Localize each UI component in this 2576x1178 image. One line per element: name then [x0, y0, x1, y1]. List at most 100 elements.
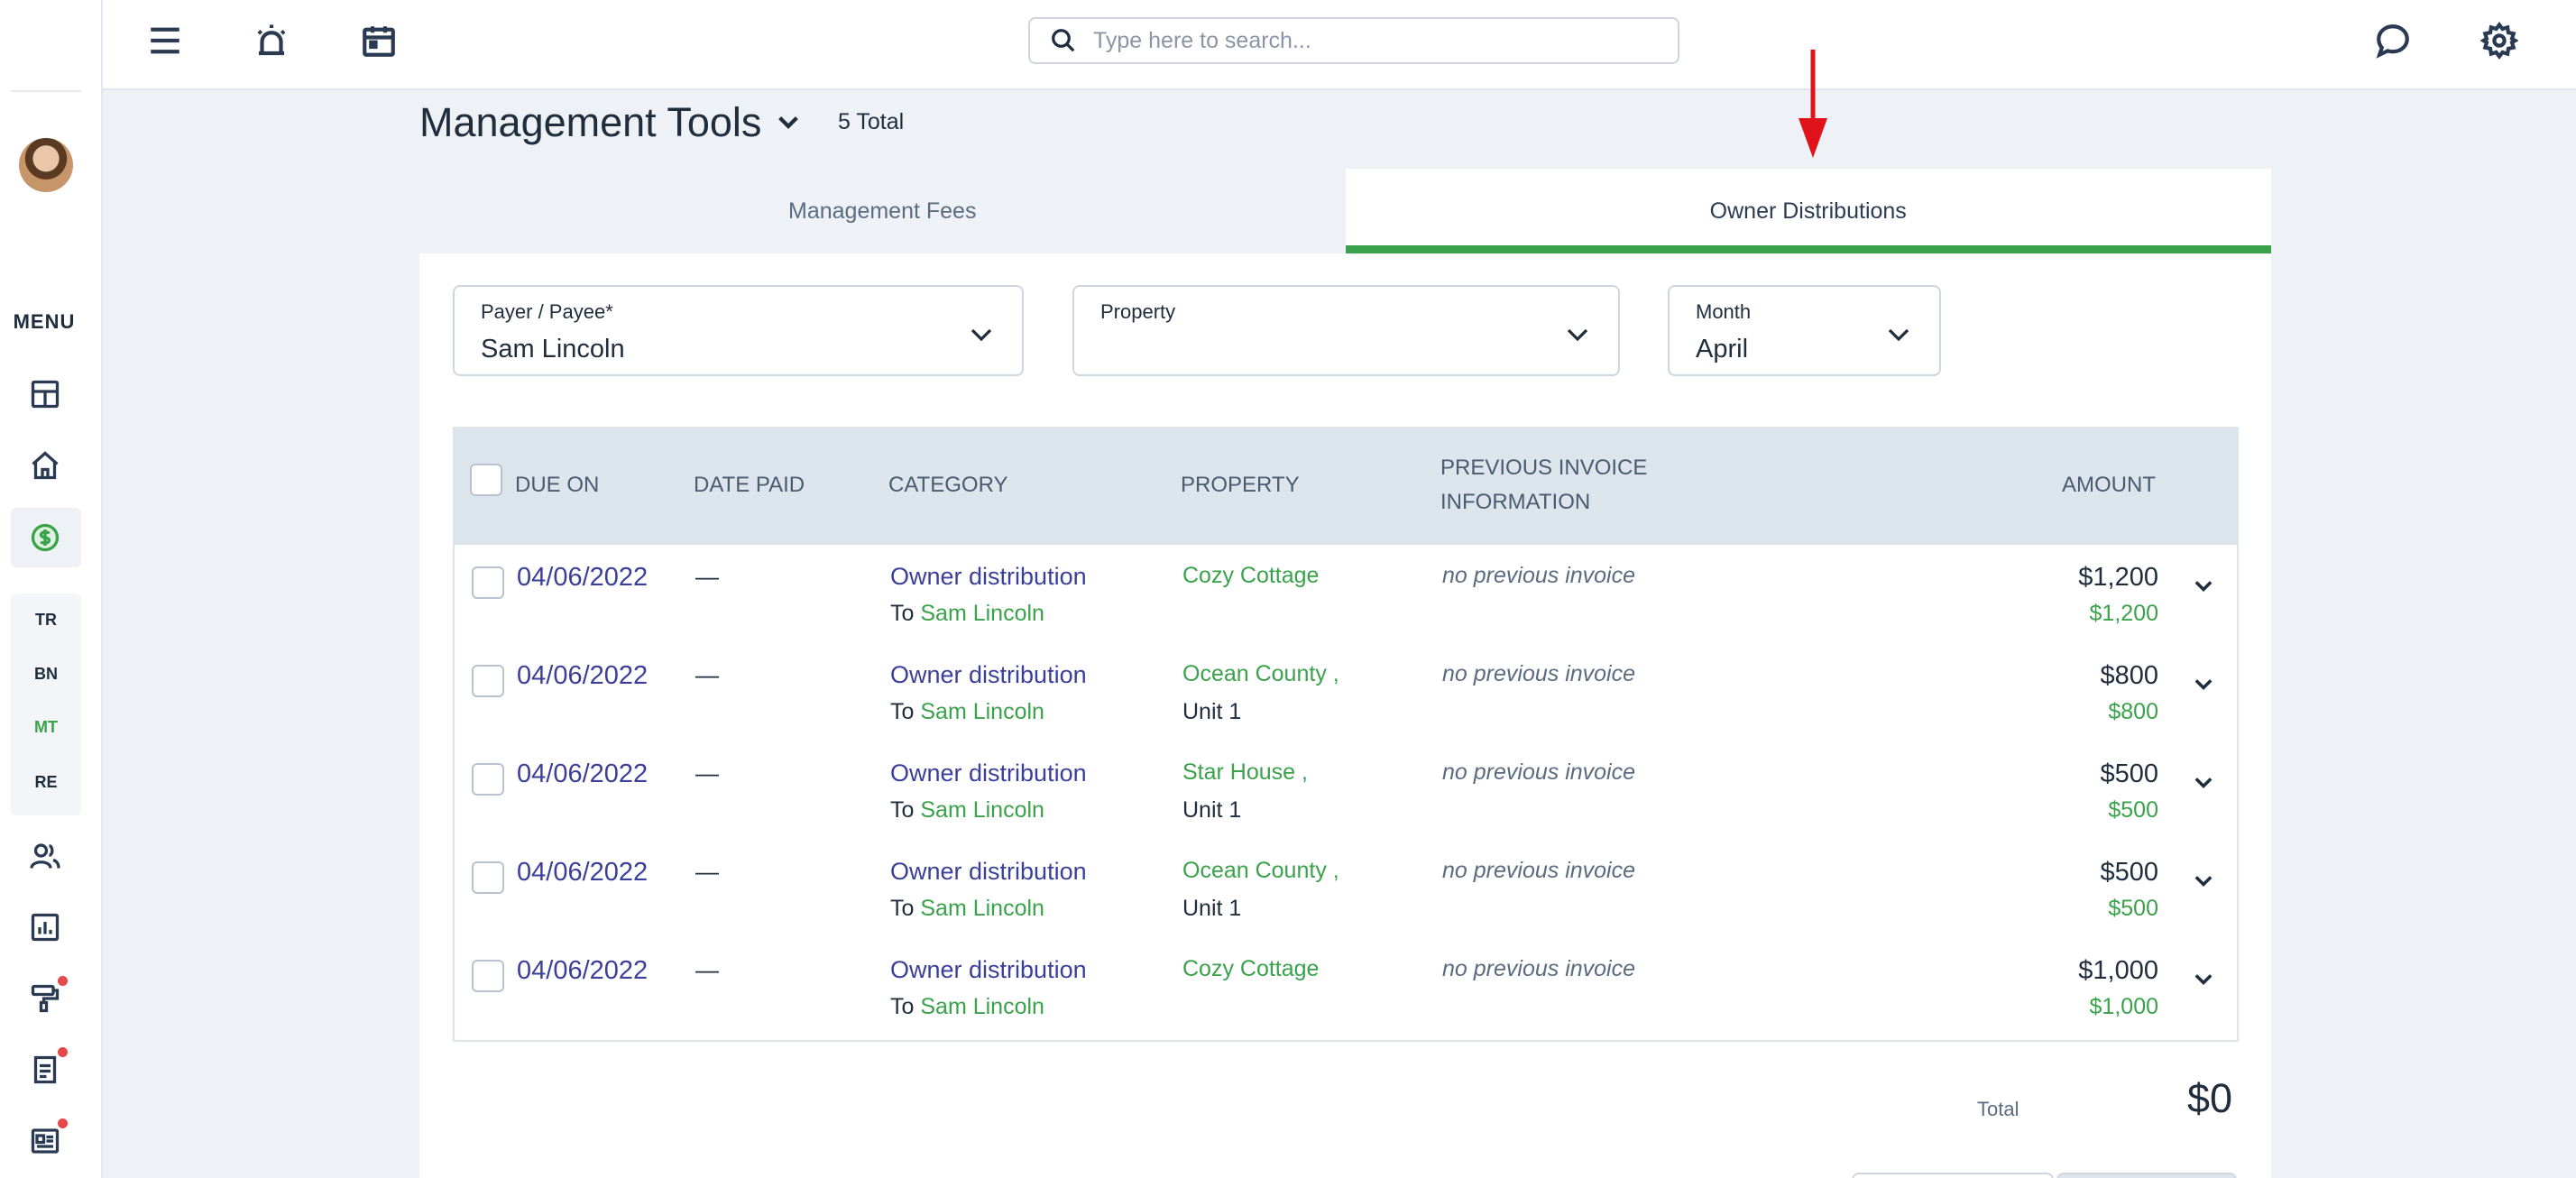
expand-row-chevron-icon[interactable]	[2191, 967, 2216, 992]
table-row[interactable]: 04/06/2022 — Owner distribution To Sam L…	[455, 545, 2237, 643]
due-date-link[interactable]: 04/06/2022	[517, 858, 648, 888]
red-arrow-annotation	[1799, 50, 1827, 158]
home-icon[interactable]	[27, 447, 63, 483]
amount-sub-value: $500	[2108, 797, 2158, 823]
payee-name-link[interactable]: Sam Lincoln	[920, 896, 1044, 921]
previous-invoice-info: no previous invoice	[1442, 956, 1636, 981]
month-select[interactable]: Month April	[1668, 285, 1941, 376]
total-value: $0	[2187, 1075, 2233, 1121]
col-amount[interactable]: AMOUNT	[2062, 468, 2156, 502]
property-link[interactable]: Ocean County ,	[1182, 661, 1339, 687]
amount-sub-value: $1,000	[2089, 994, 2158, 1019]
chevron-down-icon[interactable]	[774, 108, 803, 137]
due-date-link[interactable]: 04/06/2022	[517, 759, 648, 789]
date-paid: —	[695, 759, 719, 787]
table-row[interactable]: 04/06/2022 — Owner distribution To Sam L…	[455, 643, 2237, 741]
category-link[interactable]: Owner distribution	[890, 661, 1087, 689]
col-previous-invoice[interactable]: PREVIOUS INVOICE INFORMATION	[1440, 451, 1647, 520]
table-header: DUE ON DATE PAID CATEGORY PROPERTY PREVI…	[453, 427, 2239, 545]
table-row[interactable]: 04/06/2022 — Owner distribution To Sam L…	[455, 938, 2237, 1036]
amount-value: $800	[2100, 661, 2158, 690]
col-previous-invoice-line2: INFORMATION	[1440, 490, 1591, 514]
search-input[interactable]	[1093, 27, 1634, 54]
payer-payee-select[interactable]: Payer / Payee* Sam Lincoln	[453, 285, 1024, 376]
property-link[interactable]: Cozy Cottage	[1182, 563, 1319, 589]
expand-row-chevron-icon[interactable]	[2191, 869, 2216, 894]
menu-label: MENU	[13, 310, 76, 333]
payer-payee-value: Sam Lincoln	[481, 335, 625, 364]
chevron-down-icon	[968, 321, 995, 348]
row-checkbox[interactable]	[472, 861, 504, 894]
payee-name-link[interactable]: Sam Lincoln	[920, 699, 1044, 724]
category-link[interactable]: Owner distribution	[890, 563, 1087, 591]
sidebar-sub-mt[interactable]: MT	[11, 718, 81, 737]
total-count: 5 Total	[838, 109, 905, 134]
payee-name-link[interactable]: Sam Lincoln	[920, 994, 1044, 1019]
sidebar: MENU TR BN MT RE	[0, 0, 103, 1178]
amount-sub-value: $800	[2108, 699, 2158, 724]
avatar[interactable]	[19, 138, 73, 192]
property-select[interactable]: Property	[1072, 285, 1620, 376]
payee-line: To Sam Lincoln	[890, 601, 1044, 627]
row-checkbox[interactable]	[472, 960, 504, 992]
due-date-link[interactable]: 04/06/2022	[517, 661, 648, 691]
tab-owner-distributions[interactable]: Owner Distributions	[1345, 169, 2271, 253]
expand-row-chevron-icon[interactable]	[2191, 672, 2216, 697]
col-date-paid[interactable]: DATE PAID	[694, 468, 805, 502]
payee-name-link[interactable]: Sam Lincoln	[920, 601, 1044, 626]
table-body: 04/06/2022 — Owner distribution To Sam L…	[453, 545, 2239, 1042]
amount-sub-value: $1,200	[2089, 601, 2158, 626]
col-property[interactable]: PROPERTY	[1181, 468, 1300, 502]
secondary-action-button[interactable]	[1852, 1173, 2054, 1178]
row-checkbox[interactable]	[472, 763, 504, 796]
date-paid: —	[695, 661, 719, 688]
document-icon[interactable]	[27, 1052, 63, 1088]
sidebar-sub-re[interactable]: RE	[11, 773, 81, 792]
primary-action-button[interactable]	[2056, 1173, 2237, 1178]
distributions-table: DUE ON DATE PAID CATEGORY PROPERTY PREVI…	[453, 427, 2239, 1042]
reports-icon[interactable]	[27, 909, 63, 945]
payee-prefix: To	[890, 797, 915, 823]
search-bar[interactable]	[1028, 17, 1679, 64]
col-category[interactable]: CATEGORY	[888, 468, 1007, 502]
payee-prefix: To	[890, 601, 915, 626]
expand-row-chevron-icon[interactable]	[2191, 574, 2216, 599]
property-link[interactable]: Cozy Cottage	[1182, 956, 1319, 982]
row-checkbox[interactable]	[472, 665, 504, 697]
payee-name-link[interactable]: Sam Lincoln	[920, 797, 1044, 823]
sidebar-sub-tr[interactable]: TR	[11, 611, 81, 630]
sidebar-sub-bn[interactable]: BN	[11, 665, 81, 684]
gear-icon[interactable]	[2479, 20, 2520, 61]
due-date-link[interactable]: 04/06/2022	[517, 956, 648, 986]
table-row[interactable]: 04/06/2022 — Owner distribution To Sam L…	[455, 741, 2237, 840]
row-checkbox[interactable]	[472, 566, 504, 599]
hamburger-menu-icon[interactable]	[144, 20, 186, 61]
paint-roller-icon[interactable]	[27, 980, 63, 1017]
property-link[interactable]: Star House ,	[1182, 759, 1308, 786]
users-icon[interactable]	[27, 838, 63, 874]
due-date-link[interactable]: 04/06/2022	[517, 563, 648, 593]
amount-value: $1,000	[2078, 956, 2158, 985]
chat-icon[interactable]	[2372, 20, 2414, 61]
date-paid: —	[695, 858, 719, 885]
newspaper-icon[interactable]	[27, 1123, 63, 1159]
table-row[interactable]: 04/06/2022 — Owner distribution To Sam L…	[455, 840, 2237, 938]
amount-value: $500	[2100, 858, 2158, 887]
page-title: Management Tools	[419, 99, 762, 145]
category-link[interactable]: Owner distribution	[890, 858, 1087, 886]
date-paid: —	[695, 563, 719, 590]
alarm-bell-icon[interactable]	[251, 20, 292, 61]
payee-line: To Sam Lincoln	[890, 797, 1044, 824]
category-link[interactable]: Owner distribution	[890, 759, 1087, 787]
calendar-icon[interactable]	[358, 20, 400, 61]
select-all-checkbox[interactable]	[470, 464, 502, 496]
property-link[interactable]: Ocean County ,	[1182, 858, 1339, 884]
amount-sub-value: $500	[2108, 896, 2158, 921]
category-link[interactable]: Owner distribution	[890, 956, 1087, 984]
payer-payee-label: Payer / Payee*	[481, 300, 613, 323]
expand-row-chevron-icon[interactable]	[2191, 770, 2216, 796]
tab-management-fees[interactable]: Management Fees	[419, 169, 1346, 253]
col-due-on[interactable]: DUE ON	[515, 468, 599, 502]
dashboard-icon[interactable]	[27, 376, 63, 412]
dollar-icon[interactable]	[27, 520, 63, 556]
